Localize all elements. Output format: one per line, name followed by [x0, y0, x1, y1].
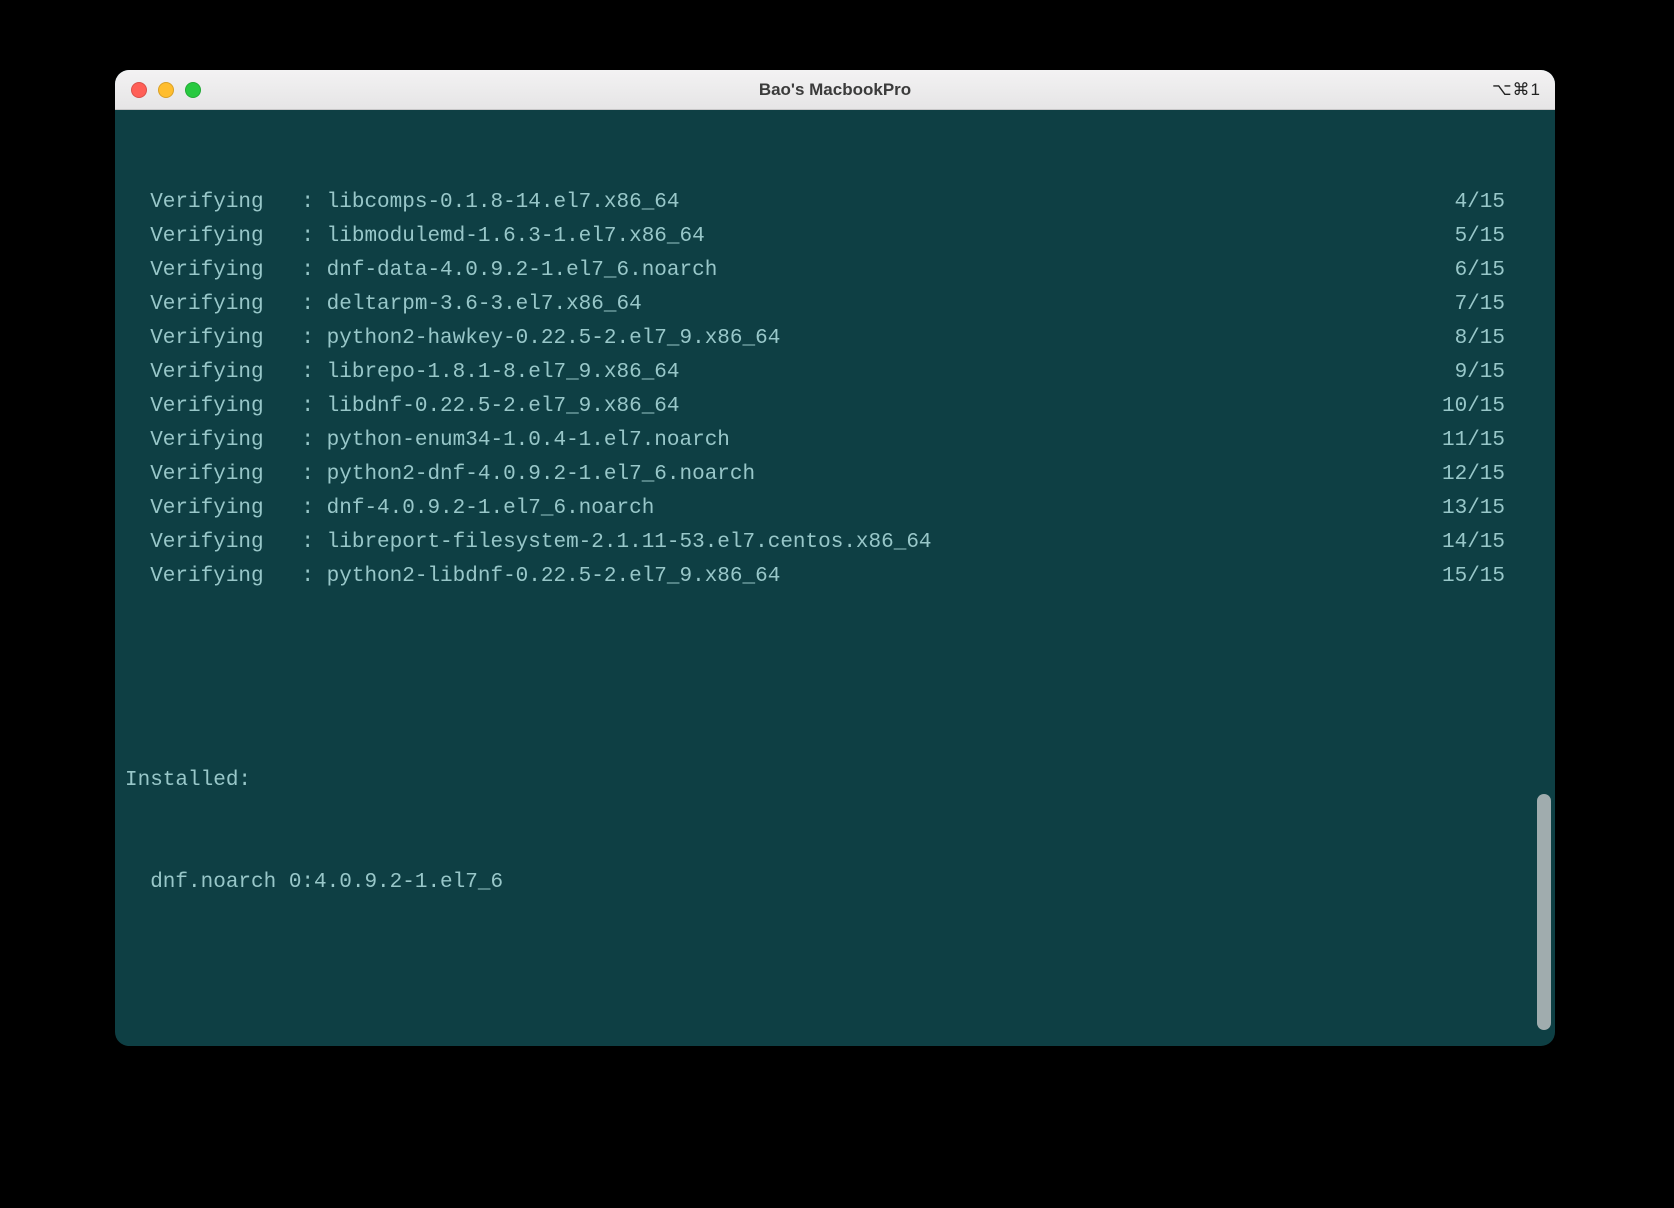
installed-line: dnf.noarch 0:4.0.9.2-1.el7_6	[125, 866, 1533, 900]
verify-line: Verifying : librepo-1.8.1-8.el7_9.x86_64…	[125, 356, 1533, 390]
zoom-icon[interactable]	[185, 82, 201, 98]
close-icon[interactable]	[131, 82, 147, 98]
verify-package: libreport-filesystem-2.1.11-53.el7.cento…	[327, 526, 1442, 560]
verify-package: libdnf-0.22.5-2.el7_9.x86_64	[327, 390, 1442, 424]
installed-header: Installed:	[125, 764, 1533, 798]
titlebar: Bao's MacbookPro ⌥⌘1	[115, 70, 1555, 110]
verify-count: 14/15	[1442, 526, 1533, 560]
window-shortcut-label: ⌥⌘1	[1492, 80, 1541, 100]
verify-count: 5/15	[1443, 220, 1533, 254]
verify-label: Verifying :	[125, 390, 327, 424]
verify-package: python2-hawkey-0.22.5-2.el7_9.x86_64	[327, 322, 1443, 356]
window-title: Bao's MacbookPro	[115, 80, 1555, 100]
terminal-content[interactable]: Verifying : libcomps-0.1.8-14.el7.x86_64…	[115, 110, 1533, 1046]
terminal-viewport[interactable]: Verifying : libcomps-0.1.8-14.el7.x86_64…	[115, 110, 1555, 1046]
verify-package: deltarpm-3.6-3.el7.x86_64	[327, 288, 1443, 322]
verify-line: Verifying : python2-dnf-4.0.9.2-1.el7_6.…	[125, 458, 1533, 492]
verify-line: Verifying : libreport-filesystem-2.1.11-…	[125, 526, 1533, 560]
verify-package: python2-dnf-4.0.9.2-1.el7_6.noarch	[327, 458, 1442, 492]
verify-count: 13/15	[1442, 492, 1533, 526]
verify-package: libcomps-0.1.8-14.el7.x86_64	[327, 186, 1443, 220]
verify-count: 6/15	[1443, 254, 1533, 288]
verify-package: python2-libdnf-0.22.5-2.el7_9.x86_64	[327, 560, 1442, 594]
verify-label: Verifying :	[125, 458, 327, 492]
verify-package: python-enum34-1.0.4-1.el7.noarch	[327, 424, 1442, 458]
verify-label: Verifying :	[125, 322, 327, 356]
scrollbar-track[interactable]	[1537, 114, 1551, 1042]
verify-count: 11/15	[1442, 424, 1533, 458]
terminal-window: Bao's MacbookPro ⌥⌘1 Verifying : libcomp…	[115, 70, 1555, 1046]
verify-line: Verifying : libcomps-0.1.8-14.el7.x86_64…	[125, 186, 1533, 220]
verify-line: Verifying : python2-hawkey-0.22.5-2.el7_…	[125, 322, 1533, 356]
verify-line: Verifying : dnf-data-4.0.9.2-1.el7_6.noa…	[125, 254, 1533, 288]
verify-line: Verifying : python-enum34-1.0.4-1.el7.no…	[125, 424, 1533, 458]
verify-label: Verifying :	[125, 186, 327, 220]
verify-package: librepo-1.8.1-8.el7_9.x86_64	[327, 356, 1443, 390]
verify-line: Verifying : dnf-4.0.9.2-1.el7_6.noarch13…	[125, 492, 1533, 526]
verify-label: Verifying :	[125, 560, 327, 594]
verify-count: 12/15	[1442, 458, 1533, 492]
blank-line	[125, 968, 1533, 1002]
verify-line: Verifying : libdnf-0.22.5-2.el7_9.x86_64…	[125, 390, 1533, 424]
verify-package: dnf-data-4.0.9.2-1.el7_6.noarch	[327, 254, 1443, 288]
traffic-lights	[131, 82, 201, 98]
blank-line	[125, 662, 1533, 696]
verify-count: 15/15	[1442, 560, 1533, 594]
verify-count: 9/15	[1443, 356, 1533, 390]
verify-line: Verifying : python2-libdnf-0.22.5-2.el7_…	[125, 560, 1533, 594]
verify-label: Verifying :	[125, 424, 327, 458]
verify-count: 4/15	[1443, 186, 1533, 220]
verify-label: Verifying :	[125, 254, 327, 288]
verify-label: Verifying :	[125, 492, 327, 526]
verify-line: Verifying : deltarpm-3.6-3.el7.x86_647/1…	[125, 288, 1533, 322]
verify-label: Verifying :	[125, 220, 327, 254]
scrollbar-thumb[interactable]	[1537, 794, 1551, 1030]
verify-package: dnf-4.0.9.2-1.el7_6.noarch	[327, 492, 1442, 526]
verify-label: Verifying :	[125, 356, 327, 390]
verify-count: 10/15	[1442, 390, 1533, 424]
verify-package: libmodulemd-1.6.3-1.el7.x86_64	[327, 220, 1443, 254]
verify-count: 8/15	[1443, 322, 1533, 356]
verify-count: 7/15	[1443, 288, 1533, 322]
verify-line: Verifying : libmodulemd-1.6.3-1.el7.x86_…	[125, 220, 1533, 254]
verify-label: Verifying :	[125, 288, 327, 322]
verify-label: Verifying :	[125, 526, 327, 560]
minimize-icon[interactable]	[158, 82, 174, 98]
